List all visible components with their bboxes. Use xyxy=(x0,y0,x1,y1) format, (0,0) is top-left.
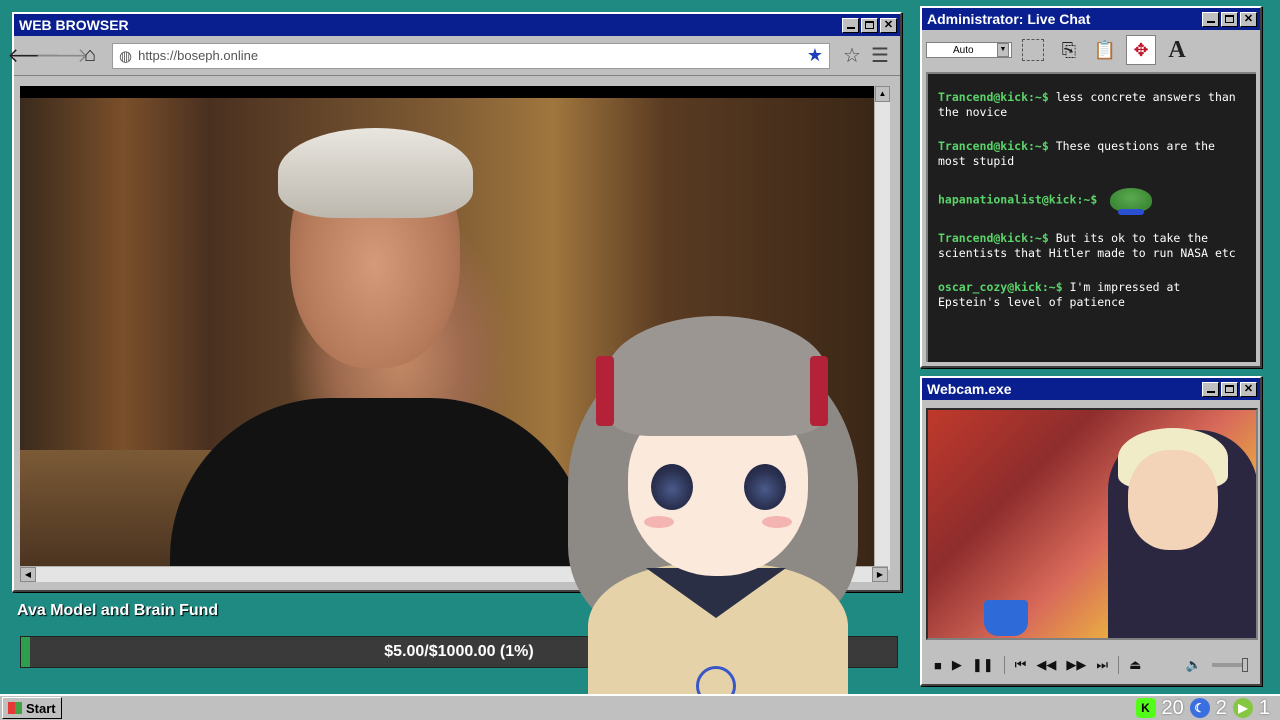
close-button[interactable]: ✕ xyxy=(1240,11,1257,27)
chat-message: hapanationalist@kick:~$ xyxy=(938,188,1246,215)
chat-username: oscar_cozy@kick:~$ xyxy=(938,280,1063,294)
chat-message: Trancend@kick:~$ less concrete answers t… xyxy=(938,90,1246,120)
maximize-button[interactable] xyxy=(861,17,878,33)
hamburger-menu-icon[interactable]: ☰ xyxy=(866,42,894,70)
chat-titlebar[interactable]: Administrator: Live Chat ✕ xyxy=(922,8,1260,30)
scroll-right-icon[interactable]: ▶ xyxy=(872,567,888,582)
pause-icon[interactable]: ❚❚ xyxy=(972,657,994,673)
skip-next-icon[interactable]: ⏭ xyxy=(1096,657,1108,673)
maximize-button[interactable] xyxy=(1221,381,1238,397)
kick-viewer-count: 20 xyxy=(1161,696,1184,719)
live-chat-window: Administrator: Live Chat ✕ Auto ▼ ⎘ 📋 ✥ … xyxy=(920,6,1262,368)
volume-knob[interactable] xyxy=(1242,658,1248,672)
select-tool-icon[interactable] xyxy=(1022,39,1044,61)
stop-icon[interactable]: ■ xyxy=(934,658,942,673)
play-icon[interactable]: ▶ xyxy=(952,657,962,673)
chat-toolbar: Auto ▼ ⎘ 📋 ✥ A xyxy=(922,30,1260,70)
minimize-button[interactable] xyxy=(842,17,859,33)
font-size-value: Auto xyxy=(953,44,974,56)
move-icon[interactable]: ✥ xyxy=(1126,35,1156,65)
windows-logo-icon xyxy=(8,702,22,714)
home-icon[interactable]: ⌂ xyxy=(76,42,104,70)
close-button[interactable]: ✕ xyxy=(880,17,897,33)
skip-previous-icon[interactable]: ⏮ xyxy=(1015,657,1027,673)
chevron-down-icon[interactable]: ▼ xyxy=(997,43,1009,57)
chat-message: oscar_cozy@kick:~$ I'm impressed at Epst… xyxy=(938,280,1246,310)
paste-icon[interactable]: 📋 xyxy=(1090,35,1120,65)
video-viewport[interactable] xyxy=(20,86,880,570)
font-icon[interactable]: A xyxy=(1162,35,1192,65)
minimize-button[interactable] xyxy=(1202,11,1219,27)
person-shirt xyxy=(170,398,590,570)
webcam-character-face xyxy=(1128,450,1218,550)
kick-icon[interactable]: K xyxy=(1135,698,1156,718)
fund-progress-bar: $5.00/$1000.00 (1%) xyxy=(20,636,898,668)
font-size-select[interactable]: Auto ▼ xyxy=(926,42,1012,58)
divider xyxy=(1118,656,1120,674)
video-frame xyxy=(20,98,880,570)
divider xyxy=(1003,656,1005,674)
chat-username: hapanationalist@kick:~$ xyxy=(938,192,1098,207)
moon-viewer-count: 2 xyxy=(1215,696,1227,719)
globe-icon: ◍ xyxy=(119,47,133,65)
star-outline-icon[interactable]: ☆ xyxy=(838,42,866,70)
copy-icon[interactable]: ⎘ xyxy=(1054,35,1084,65)
browser-navbar: 🡐 🡒 ⌂ ◍ https://boseph.online ★ ☆ ☰ xyxy=(7,36,900,76)
fast-forward-icon[interactable]: ▶▶ xyxy=(1066,657,1086,673)
pepe-emote-icon xyxy=(1110,188,1153,215)
cup xyxy=(984,600,1028,636)
url-text[interactable]: https://boseph.online xyxy=(138,48,807,63)
chat-message: Trancend@kick:~$ But its ok to take the … xyxy=(938,231,1246,261)
start-button[interactable]: Start xyxy=(2,697,62,719)
volume-slider[interactable] xyxy=(1212,658,1248,672)
chat-title: Administrator: Live Chat xyxy=(927,11,1091,27)
arrow-right-icon[interactable]: 🡒 xyxy=(35,42,89,70)
chat-message: Trancend@kick:~$ These questions are the… xyxy=(938,139,1246,169)
rumble-icon[interactable]: ▶ xyxy=(1232,698,1253,718)
horizontal-scrollbar[interactable]: ◀ ▶ xyxy=(20,566,888,582)
maximize-button[interactable] xyxy=(1221,11,1238,27)
browser-window: WEB BROWSER ✕ 🡐 🡒 ⌂ ◍ https://boseph.onl… xyxy=(7,12,902,592)
chat-messages[interactable]: Trancend@kick:~$ less concrete answers t… xyxy=(926,72,1256,362)
close-button[interactable]: ✕ xyxy=(1240,381,1257,397)
webcam-view xyxy=(926,408,1258,640)
browser-titlebar[interactable]: WEB BROWSER ✕ xyxy=(14,14,900,36)
start-label: Start xyxy=(26,700,56,716)
eject-icon[interactable]: ⏏ xyxy=(1129,657,1141,673)
fund-progress-text: $5.00/$1000.00 (1%) xyxy=(384,643,534,660)
star-filled-icon[interactable]: ★ xyxy=(807,45,823,66)
webcam-title: Webcam.exe xyxy=(927,381,1012,397)
media-controls: ■ ▶ ❚❚ ⏮ ◀◀ ▶▶ ⏭ ⏏ 🔈 xyxy=(926,652,1256,678)
scroll-left-icon[interactable]: ◀ xyxy=(20,567,36,582)
webcam-titlebar[interactable]: Webcam.exe ✕ xyxy=(922,378,1260,400)
moon-icon[interactable]: ☾ xyxy=(1189,698,1210,718)
taskbar: Start K 20 ☾ 2 ▶ 1 xyxy=(0,694,1280,720)
minimize-button[interactable] xyxy=(1202,381,1219,397)
browser-title: WEB BROWSER xyxy=(19,17,129,33)
chat-username: Trancend@kick:~$ xyxy=(938,90,1049,104)
chat-username: Trancend@kick:~$ xyxy=(938,231,1049,245)
fund-label: Ava Model and Brain Fund xyxy=(17,602,219,619)
chat-username: Trancend@kick:~$ xyxy=(938,139,1049,153)
webcam-window: Webcam.exe ✕ ■ ▶ ❚❚ ⏮ ◀◀ ▶▶ ⏭ ⏏ 🔈 xyxy=(920,376,1262,686)
vertical-scrollbar[interactable]: ▲ xyxy=(874,86,890,570)
volume-icon[interactable]: 🔈 xyxy=(1186,657,1202,673)
system-tray: K 20 ☾ 2 ▶ 1 xyxy=(1135,696,1279,720)
person-hair xyxy=(278,128,473,218)
rumble-viewer-count: 1 xyxy=(1258,696,1270,719)
address-bar[interactable]: ◍ https://boseph.online ★ xyxy=(112,42,830,69)
rewind-icon[interactable]: ◀◀ xyxy=(1036,657,1056,673)
scroll-up-icon[interactable]: ▲ xyxy=(875,86,890,102)
